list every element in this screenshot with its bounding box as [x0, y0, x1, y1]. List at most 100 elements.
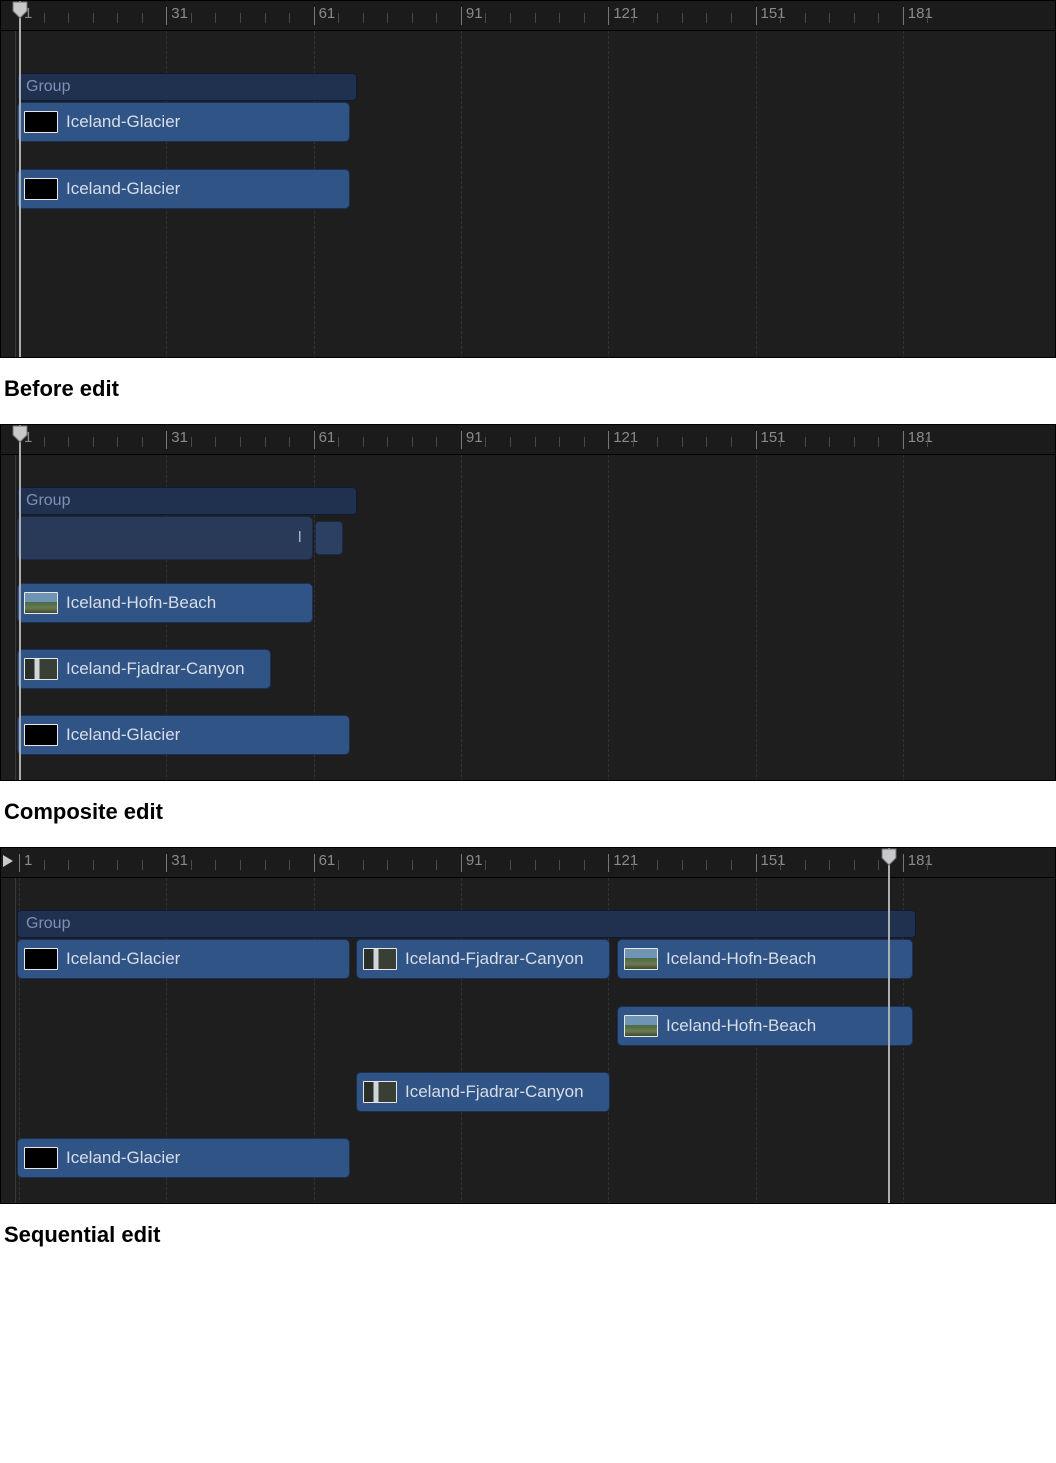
- ruler-tick: [289, 13, 290, 23]
- ruler-tick: [510, 437, 511, 447]
- timeline-clip[interactable]: Iceland-Glacier: [17, 715, 350, 755]
- drop-zone[interactable]: I: [17, 516, 313, 560]
- ruler-label: 151: [761, 429, 786, 446]
- playhead[interactable]: [888, 848, 890, 1203]
- playhead-head-icon[interactable]: [880, 848, 898, 866]
- timeline-clip[interactable]: Iceland-Glacier: [17, 102, 350, 142]
- ruler-tick: [338, 860, 339, 870]
- timeline-clip[interactable]: Iceland-Hofn-Beach: [17, 583, 313, 623]
- ruler-label: 121: [613, 5, 638, 22]
- ruler-tick: [265, 437, 266, 447]
- ruler-label: 31: [171, 852, 188, 869]
- group-header[interactable]: Group: [17, 487, 357, 515]
- ruler-label: 121: [613, 429, 638, 446]
- ruler-label: 91: [466, 5, 483, 22]
- clip-label: Iceland-Hofn-Beach: [666, 949, 816, 969]
- ruler-tick: [535, 13, 536, 23]
- ruler-tick: [682, 437, 683, 447]
- group-header[interactable]: Group: [17, 910, 916, 938]
- ruler-label: 61: [319, 429, 336, 446]
- ruler-tick: [412, 13, 413, 23]
- ruler-tick: [756, 854, 757, 872]
- ruler-tick: [706, 860, 707, 870]
- ruler-label: 121: [613, 852, 638, 869]
- ruler-tick: [117, 13, 118, 23]
- clip-label: Iceland-Fjadrar-Canyon: [66, 659, 245, 679]
- timeline-ruler[interactable]: 1316191121151181: [1, 1, 1055, 31]
- clip-label: Iceland-Fjadrar-Canyon: [405, 1082, 584, 1102]
- ruler-tick: [584, 13, 585, 23]
- ruler-tick: [191, 437, 192, 447]
- drop-marker: I: [298, 529, 302, 547]
- ruler-label: 91: [466, 852, 483, 869]
- clip-label: Iceland-Hofn-Beach: [666, 1016, 816, 1036]
- ruler-tick: [461, 7, 462, 25]
- ruler-tick: [265, 13, 266, 23]
- ruler-label: 91: [466, 429, 483, 446]
- ruler-tick: [510, 13, 511, 23]
- ruler-tick: [142, 860, 143, 870]
- ruler-tick: [731, 860, 732, 870]
- ruler-tick: [363, 860, 364, 870]
- caption-sequential: Sequential edit: [0, 1204, 1056, 1270]
- group-header[interactable]: Group: [17, 73, 357, 101]
- ruler-tick: [44, 860, 45, 870]
- timeline-clip[interactable]: Iceland-Fjadrar-Canyon: [356, 1072, 610, 1112]
- timeline-clip[interactable]: Iceland-Glacier: [17, 169, 350, 209]
- ruler-tick: [657, 13, 658, 23]
- ruler-label: 61: [319, 5, 336, 22]
- track-area[interactable]: GroupIceland-GlacierIceland-Glacier: [1, 31, 1055, 358]
- group-label: Group: [26, 915, 70, 933]
- ruler-tick: [265, 860, 266, 870]
- playhead[interactable]: [19, 1, 21, 357]
- ruler-tick: [878, 13, 879, 23]
- ruler-label: 151: [761, 5, 786, 22]
- timeline-clip[interactable]: Iceland-Hofn-Beach: [617, 939, 913, 979]
- clip-label: Iceland-Glacier: [66, 949, 180, 969]
- timeline-clip[interactable]: Iceland-Hofn-Beach: [617, 1006, 913, 1046]
- play-icon: [3, 854, 13, 872]
- group-label: Group: [26, 492, 70, 510]
- ruler-tick: [44, 13, 45, 23]
- ruler-tick: [535, 437, 536, 447]
- ruler-tick: [657, 437, 658, 447]
- ruler-tick: [240, 437, 241, 447]
- ruler-tick: [927, 437, 928, 447]
- ruler-tick: [93, 860, 94, 870]
- ruler-tick: [706, 437, 707, 447]
- timeline-ruler[interactable]: 1316191121151181: [1, 425, 1055, 455]
- timeline-panel: 1316191121151181GroupIceland-GlacierIcel…: [0, 847, 1056, 1204]
- timeline-clip[interactable]: Iceland-Fjadrar-Canyon: [17, 649, 271, 689]
- drop-zone-tail: [315, 521, 343, 555]
- track-area[interactable]: Group I Iceland-Hofn-Beach Iceland-Fjadrar-…: [1, 455, 1055, 781]
- ruler-tick: [166, 7, 167, 25]
- ruler-tick: [633, 437, 634, 447]
- ruler-tick: [412, 860, 413, 870]
- timeline-clip[interactable]: Iceland-Glacier: [17, 939, 350, 979]
- ruler-tick: [461, 854, 462, 872]
- ruler-tick: [584, 437, 585, 447]
- timeline-clip[interactable]: Iceland-Glacier: [17, 1138, 350, 1178]
- clip-thumbnail: [24, 178, 58, 200]
- ruler-tick: [314, 854, 315, 872]
- ruler-tick: [363, 437, 364, 447]
- clip-label: Iceland-Glacier: [66, 1148, 180, 1168]
- ruler-tick: [927, 860, 928, 870]
- ruler-tick: [387, 860, 388, 870]
- clip-thumbnail: [24, 658, 58, 680]
- ruler-tick: [903, 7, 904, 25]
- playhead-head-icon[interactable]: [11, 425, 29, 443]
- ruler-tick: [289, 860, 290, 870]
- track-area[interactable]: Group Iceland-Glacier Iceland-Fjadrar-Cany…: [1, 878, 1055, 1204]
- clip-thumbnail: [363, 1081, 397, 1103]
- playhead-head-icon[interactable]: [11, 1, 29, 19]
- playhead[interactable]: [19, 425, 21, 780]
- ruler-tick: [584, 860, 585, 870]
- ruler-tick: [854, 437, 855, 447]
- ruler-tick: [780, 13, 781, 23]
- ruler-tick: [117, 437, 118, 447]
- gridline: [756, 31, 757, 358]
- ruler-tick: [412, 437, 413, 447]
- ruler-tick: [436, 13, 437, 23]
- timeline-clip[interactable]: Iceland-Fjadrar-Canyon: [356, 939, 610, 979]
